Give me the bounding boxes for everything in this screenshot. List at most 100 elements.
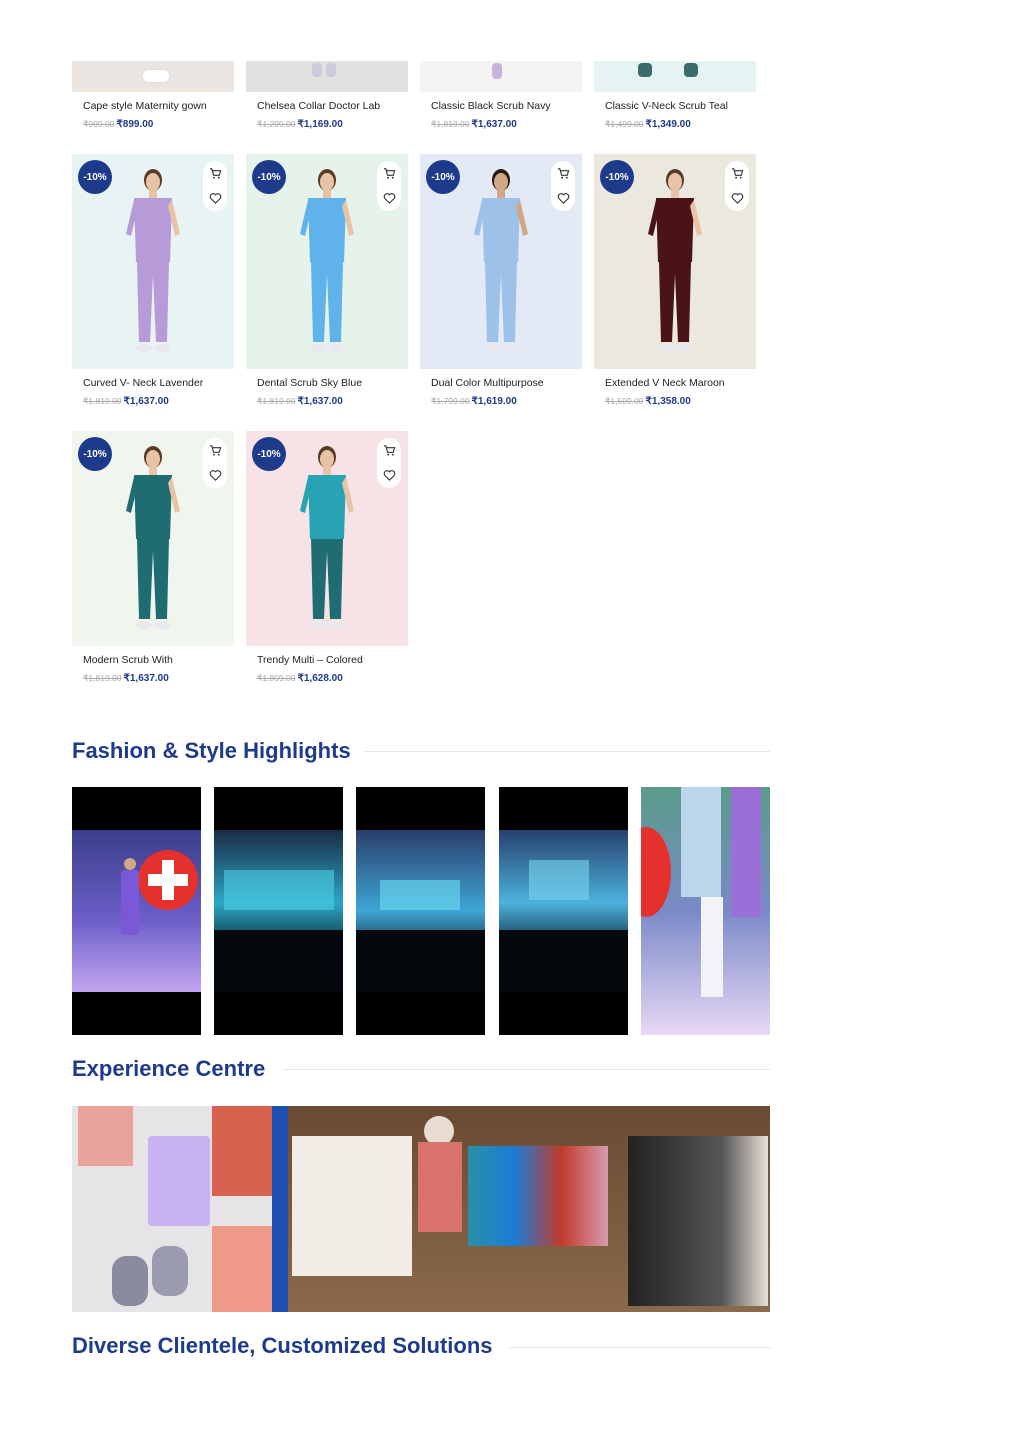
sale-price: ₹1,637.00 [297, 396, 343, 407]
experience-centre-banner[interactable] [72, 1106, 770, 1312]
section-title-clientele: Diverse Clientele, Customized Solutions [72, 1333, 493, 1358]
product-price: ₹1,819.00 ₹1,637.00 [257, 396, 343, 407]
old-price: ₹1,809.00 [257, 673, 296, 683]
product-price: ₹1,299.00 ₹1,169.00 [257, 119, 343, 130]
product-info: Dual Color Multipurpose ₹1,799.00 ₹1,619.… [420, 369, 582, 431]
old-price: ₹1,819.00 [83, 673, 122, 683]
section-divider [510, 1347, 770, 1348]
sale-price: ₹1,628.00 [297, 673, 343, 684]
banner-left-image [72, 1106, 272, 1312]
product-price: ₹1,799.00 ₹1,619.00 [431, 396, 517, 407]
old-price: ₹1,509.00 [605, 396, 644, 406]
model-figure [300, 169, 354, 352]
product-actions [377, 161, 401, 211]
sale-price: ₹1,637.00 [123, 396, 169, 407]
cart-icon[interactable] [729, 166, 745, 182]
product-price: ₹999.00 ₹899.00 [83, 119, 153, 130]
product-name[interactable]: Dual Color Multipurpose [431, 377, 544, 389]
old-price: ₹1,499.00 [605, 119, 644, 129]
product-info: Trendy Multi – Colored ₹1,809.00 ₹1,628.0… [246, 646, 408, 708]
model-figure [126, 446, 180, 629]
model-figure [126, 169, 180, 352]
old-price: ₹1,299.00 [257, 119, 296, 129]
section-title-fashion: Fashion & Style Highlights [72, 738, 351, 763]
cart-icon[interactable] [207, 443, 223, 459]
product-image[interactable]: -10% [594, 154, 756, 369]
product-name[interactable]: Modern Scrub With [83, 654, 173, 666]
product-info: Modern Scrub With ₹1,819.00 ₹1,637.00 [72, 646, 234, 708]
heart-icon[interactable] [381, 191, 397, 207]
model-figure [300, 446, 354, 629]
product-name[interactable]: Curved V- Neck Lavender [83, 377, 203, 389]
product-actions [725, 161, 749, 211]
product-name[interactable]: Extended V Neck Maroon [605, 377, 725, 389]
product-name[interactable]: Classic Black Scrub Navy [431, 100, 551, 112]
old-price: ₹999.00 [83, 119, 115, 129]
banner-store-image [288, 1106, 770, 1312]
video-reel[interactable] [499, 787, 628, 1035]
product-actions [203, 161, 227, 211]
heart-icon[interactable] [381, 468, 397, 484]
video-frame [214, 830, 343, 992]
product-image[interactable]: -10% [420, 154, 582, 369]
product-name[interactable]: Cape style Maternity gown [83, 100, 207, 112]
product-image[interactable] [246, 61, 408, 92]
discount-badge: -10% [426, 160, 460, 194]
product-actions [377, 438, 401, 488]
product-name[interactable]: Dental Scrub Sky Blue [257, 377, 362, 389]
product-actions [551, 161, 575, 211]
old-price: ₹1,819.00 [431, 119, 470, 129]
discount-badge: -10% [600, 160, 634, 194]
product-price: ₹1,819.00 ₹1,637.00 [431, 119, 517, 130]
heart-icon[interactable] [207, 191, 223, 207]
sale-price: ₹899.00 [116, 119, 154, 130]
sale-price: ₹1,169.00 [297, 119, 343, 130]
heart-icon[interactable] [729, 191, 745, 207]
product-image[interactable] [420, 61, 582, 92]
video-reel[interactable] [72, 787, 201, 1035]
product-name[interactable]: Trendy Multi – Colored [257, 654, 363, 666]
video-frame [499, 830, 628, 992]
product-image[interactable] [594, 61, 756, 92]
sale-price: ₹1,637.00 [471, 119, 517, 130]
product-image[interactable]: -10% [246, 431, 408, 646]
heart-icon[interactable] [207, 468, 223, 484]
video-reel[interactable] [641, 787, 770, 1035]
product-info: Extended V Neck Maroon ₹1,509.00 ₹1,358.0… [594, 369, 756, 431]
discount-badge: -10% [78, 160, 112, 194]
product-info: Dental Scrub Sky Blue ₹1,819.00 ₹1,637.00 [246, 369, 408, 431]
product-price: ₹1,509.00 ₹1,358.00 [605, 396, 691, 407]
section-divider [283, 1069, 770, 1070]
model-figure [648, 169, 702, 352]
product-price: ₹1,499.00 ₹1,349.00 [605, 119, 691, 130]
product-image[interactable]: -10% [72, 154, 234, 369]
video-reel[interactable] [356, 787, 485, 1035]
discount-badge: -10% [252, 437, 286, 471]
sale-price: ₹1,358.00 [645, 396, 691, 407]
discount-badge: -10% [252, 160, 286, 194]
video-frame [72, 830, 201, 992]
product-name[interactable]: Chelsea Collar Doctor Lab [257, 100, 380, 112]
cart-icon[interactable] [381, 166, 397, 182]
product-image[interactable] [72, 61, 234, 92]
cart-icon[interactable] [381, 443, 397, 459]
cart-icon[interactable] [555, 166, 571, 182]
video-reel[interactable] [214, 787, 343, 1035]
product-image[interactable]: -10% [246, 154, 408, 369]
sale-price: ₹1,619.00 [471, 396, 517, 407]
sale-price: ₹1,349.00 [645, 119, 691, 130]
cart-icon[interactable] [207, 166, 223, 182]
product-price: ₹1,819.00 ₹1,637.00 [83, 673, 169, 684]
product-image[interactable]: -10% [72, 431, 234, 646]
sale-price: ₹1,637.00 [123, 673, 169, 684]
product-actions [203, 438, 227, 488]
old-price: ₹1,799.00 [431, 396, 470, 406]
section-title-experience: Experience Centre [72, 1056, 266, 1081]
product-name[interactable]: Classic V-Neck Scrub Teal [605, 100, 728, 112]
discount-badge: -10% [78, 437, 112, 471]
cross-logo [641, 827, 671, 917]
model-figure [474, 169, 528, 352]
product-price: ₹1,819.00 ₹1,637.00 [83, 396, 169, 407]
heart-icon[interactable] [555, 191, 571, 207]
section-divider [364, 751, 770, 752]
